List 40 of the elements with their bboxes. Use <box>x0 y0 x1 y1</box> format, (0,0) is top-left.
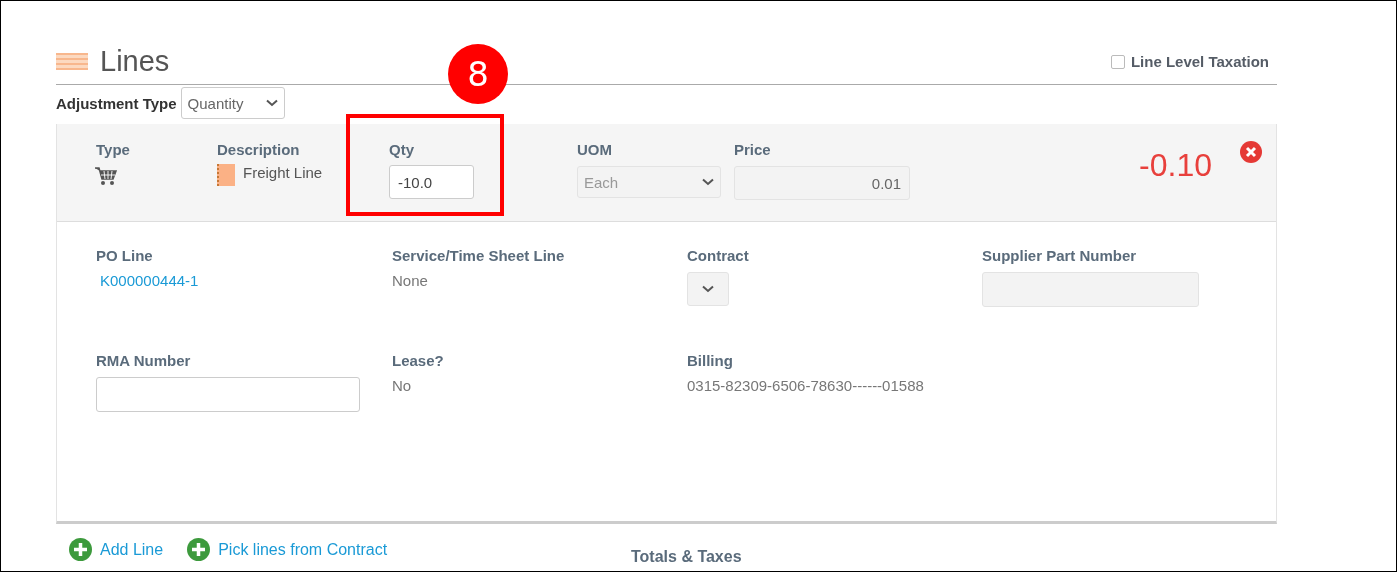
contract-select[interactable] <box>687 272 729 306</box>
field-label: Supplier Part Number <box>982 247 1138 264</box>
column-label: Type <box>96 141 131 158</box>
action-link[interactable]: Pick lines from Contract <box>187 538 388 561</box>
plus-icon <box>69 538 92 561</box>
description-text: Freight Line <box>243 164 323 181</box>
checkbox[interactable] <box>1110 54 1125 69</box>
qty-field[interactable]: -10.0 <box>389 165 474 199</box>
cart-icon <box>95 166 117 186</box>
action-link[interactable]: Add Line <box>69 538 164 561</box>
field-label: Billing <box>687 352 734 369</box>
caret-icon <box>702 178 714 186</box>
caret-icon <box>265 99 278 107</box>
field-value: None <box>392 272 429 289</box>
column-label: Qty <box>389 141 415 158</box>
price-field[interactable]: 0.01 <box>734 166 910 200</box>
plus-icon <box>187 538 211 561</box>
field-value: No <box>392 377 413 394</box>
field-label: Adjustment Type <box>56 94 177 112</box>
section-title: Lines <box>100 45 170 78</box>
field-label: PO Line <box>96 247 154 264</box>
line-total: -0.10 <box>1139 147 1212 184</box>
step-badge: 8 <box>448 44 508 104</box>
list-icon <box>56 53 88 70</box>
close-icon <box>1240 141 1262 163</box>
column-label: UOM <box>577 141 613 158</box>
input-field[interactable] <box>96 377 360 412</box>
column-label: Price <box>734 141 772 158</box>
caret-icon <box>702 285 714 293</box>
section-heading: Totals & Taxes <box>631 538 1277 571</box>
field-label: Contract <box>687 247 750 264</box>
column-label: Description <box>217 141 301 158</box>
field-label: RMA Number <box>96 352 192 369</box>
field-label: Service/Time Sheet Line <box>392 247 566 264</box>
adjustment-type-select[interactable]: Quantity <box>180 87 285 119</box>
po-line-link[interactable]: K000000444-1 <box>96 272 392 289</box>
field-label: Lease? <box>392 352 445 369</box>
document-icon <box>217 164 235 186</box>
field-value: 0315-82309-6506-78630------01588 <box>687 377 925 394</box>
checkbox-label: Line Level Taxation <box>1130 53 1269 70</box>
